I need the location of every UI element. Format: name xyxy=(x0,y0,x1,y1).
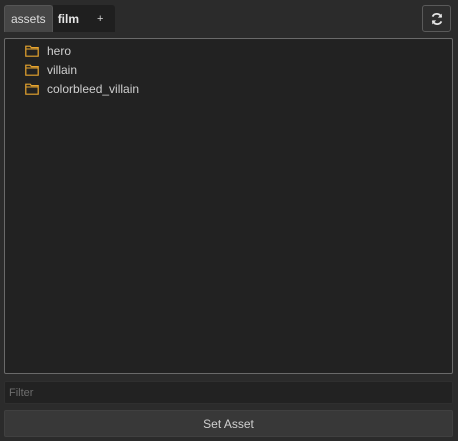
project-tab-bar: assets film + xyxy=(4,5,116,32)
tree-item-label: villain xyxy=(47,62,78,77)
tree-item-villain[interactable]: villain xyxy=(25,60,77,79)
tree-item-label: colorbleed_villain xyxy=(47,81,140,96)
tab-assets[interactable]: assets xyxy=(4,5,53,32)
folder-icon xyxy=(25,45,39,57)
asset-widget: assets film + hero villain colorbleed_vi… xyxy=(0,0,458,441)
tree-item-colorbleed-villain[interactable]: colorbleed_villain xyxy=(25,79,139,98)
tab-film[interactable]: film xyxy=(52,5,84,32)
folder-icon xyxy=(25,64,39,76)
refresh-button[interactable] xyxy=(422,5,451,32)
add-tab-button[interactable]: + xyxy=(83,5,116,32)
set-asset-button[interactable]: Set Asset xyxy=(4,410,453,437)
tree-item-label: hero xyxy=(47,43,72,58)
folder-icon xyxy=(25,83,39,95)
asset-tree-view[interactable]: hero villain colorbleed_villain xyxy=(4,38,453,374)
refresh-icon xyxy=(431,12,442,25)
filter-input[interactable] xyxy=(4,381,453,404)
tree-item-hero[interactable]: hero xyxy=(25,41,71,60)
